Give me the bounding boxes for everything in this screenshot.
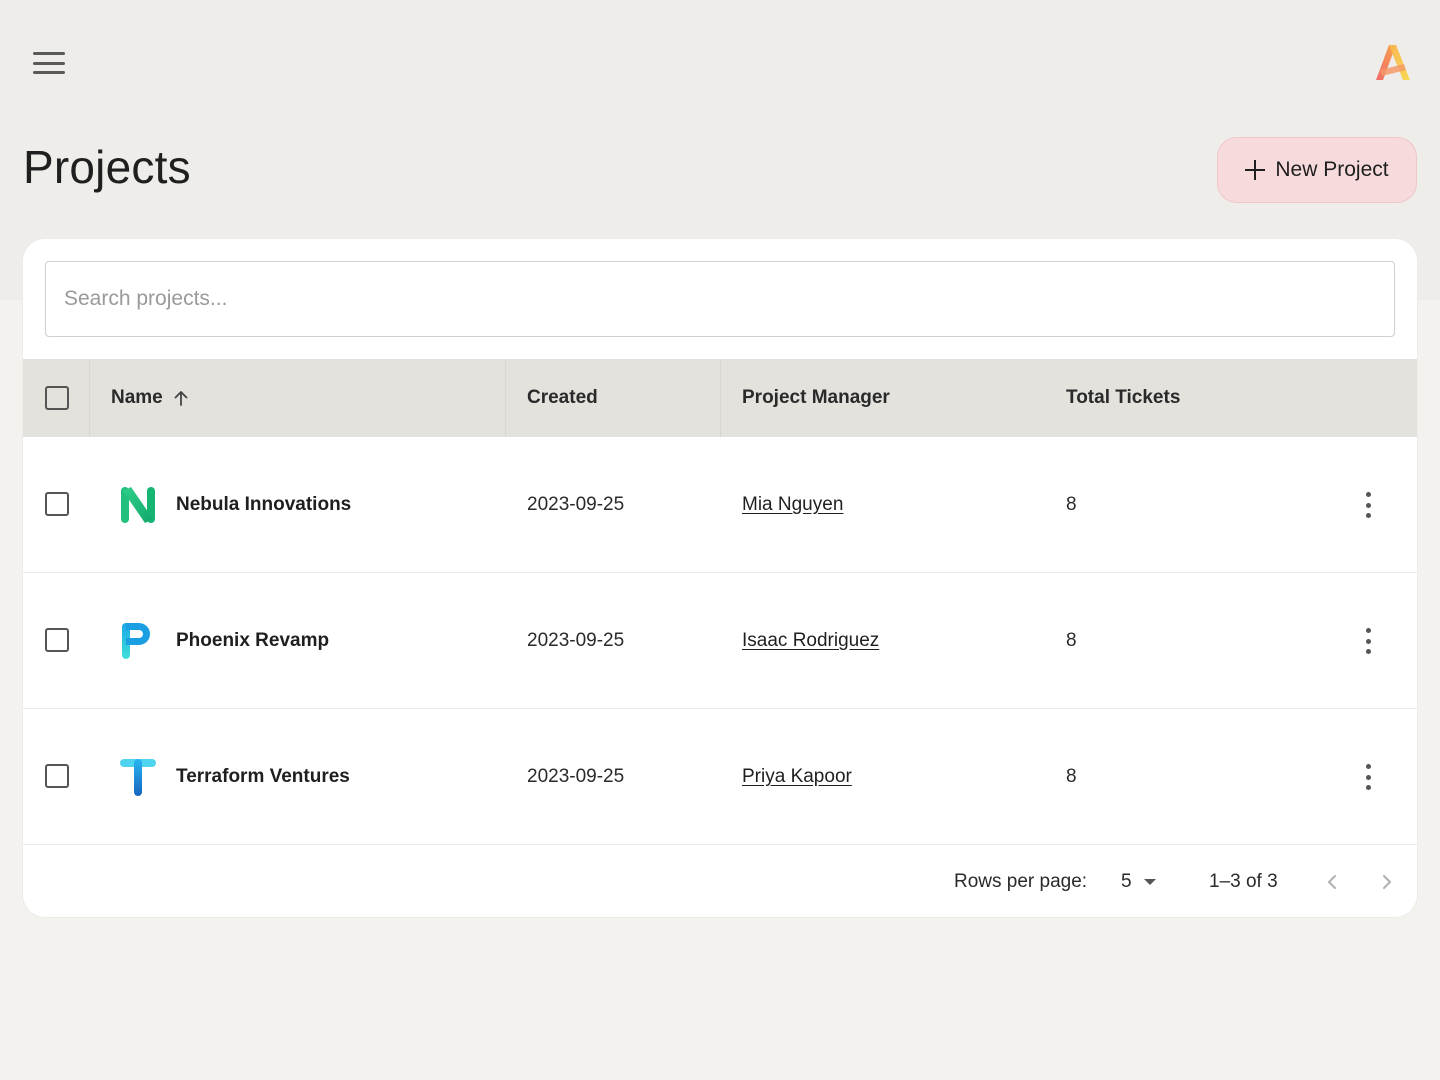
pagination-bar: Rows per page: 5 1–3 of 3 xyxy=(23,847,1417,917)
rows-per-page-value: 5 xyxy=(1121,871,1132,892)
total-tickets: 8 xyxy=(1066,494,1077,515)
previous-page-button[interactable] xyxy=(1323,847,1341,917)
table-header: Name Created Project Manager Total Ticke… xyxy=(23,359,1417,437)
column-divider xyxy=(89,359,90,437)
table-row[interactable]: Phoenix Revamp 2023-09-25 Isaac Rodrigue… xyxy=(23,573,1417,709)
app-logo[interactable] xyxy=(1370,40,1414,84)
row-checkbox[interactable] xyxy=(45,492,69,516)
rows-per-page-label: Rows per page: xyxy=(954,871,1088,892)
column-divider xyxy=(720,359,721,437)
column-header-name-label: Name xyxy=(111,387,163,408)
created-date: 2023-09-25 xyxy=(527,630,625,651)
project-name[interactable]: Phoenix Revamp xyxy=(176,573,329,709)
new-project-label: New Project xyxy=(1275,158,1389,181)
created-date: 2023-09-25 xyxy=(527,494,625,515)
project-name[interactable]: Terraform Ventures xyxy=(176,709,350,845)
caret-down-icon xyxy=(1143,879,1156,885)
search-input[interactable] xyxy=(45,261,1395,337)
total-tickets: 8 xyxy=(1066,630,1077,651)
terraform-logo-icon xyxy=(120,759,156,796)
page-range-text: 1–3 of 3 xyxy=(1209,871,1278,892)
next-page-button[interactable] xyxy=(1378,847,1396,917)
hamburger-menu-icon[interactable] xyxy=(30,48,68,78)
project-manager-link[interactable]: Mia Nguyen xyxy=(742,494,843,516)
row-checkbox[interactable] xyxy=(45,764,69,788)
column-divider xyxy=(505,359,506,437)
nebula-logo-icon xyxy=(121,487,155,523)
column-header-tickets[interactable]: Total Tickets xyxy=(1066,359,1180,437)
sort-ascending-icon xyxy=(174,391,188,406)
more-options-icon[interactable] xyxy=(1353,625,1383,657)
column-header-name[interactable]: Name xyxy=(111,359,190,437)
rows-per-page-select[interactable]: 5 xyxy=(1121,847,1156,917)
chevron-right-icon xyxy=(1383,875,1391,889)
column-header-created[interactable]: Created xyxy=(527,359,598,437)
table-row[interactable]: Terraform Ventures 2023-09-25 Priya Kapo… xyxy=(23,709,1417,845)
project-manager-link[interactable]: Isaac Rodriguez xyxy=(742,630,879,652)
row-checkbox[interactable] xyxy=(45,628,69,652)
select-all-checkbox[interactable] xyxy=(45,386,69,410)
column-header-manager[interactable]: Project Manager xyxy=(742,359,890,437)
plus-icon xyxy=(1245,160,1266,180)
project-manager-link[interactable]: Priya Kapoor xyxy=(742,766,852,788)
total-tickets: 8 xyxy=(1066,766,1077,787)
more-options-icon[interactable] xyxy=(1353,489,1383,521)
projects-card: Name Created Project Manager Total Ticke… xyxy=(23,239,1417,917)
phoenix-logo-icon xyxy=(122,623,150,659)
new-project-button[interactable]: New Project xyxy=(1217,137,1417,203)
more-options-icon[interactable] xyxy=(1353,761,1383,793)
page-title: Projects xyxy=(23,141,191,193)
table-row[interactable]: Nebula Innovations 2023-09-25 Mia Nguyen… xyxy=(23,437,1417,573)
project-name[interactable]: Nebula Innovations xyxy=(176,437,351,573)
chevron-left-icon xyxy=(1328,875,1336,889)
created-date: 2023-09-25 xyxy=(527,766,625,787)
